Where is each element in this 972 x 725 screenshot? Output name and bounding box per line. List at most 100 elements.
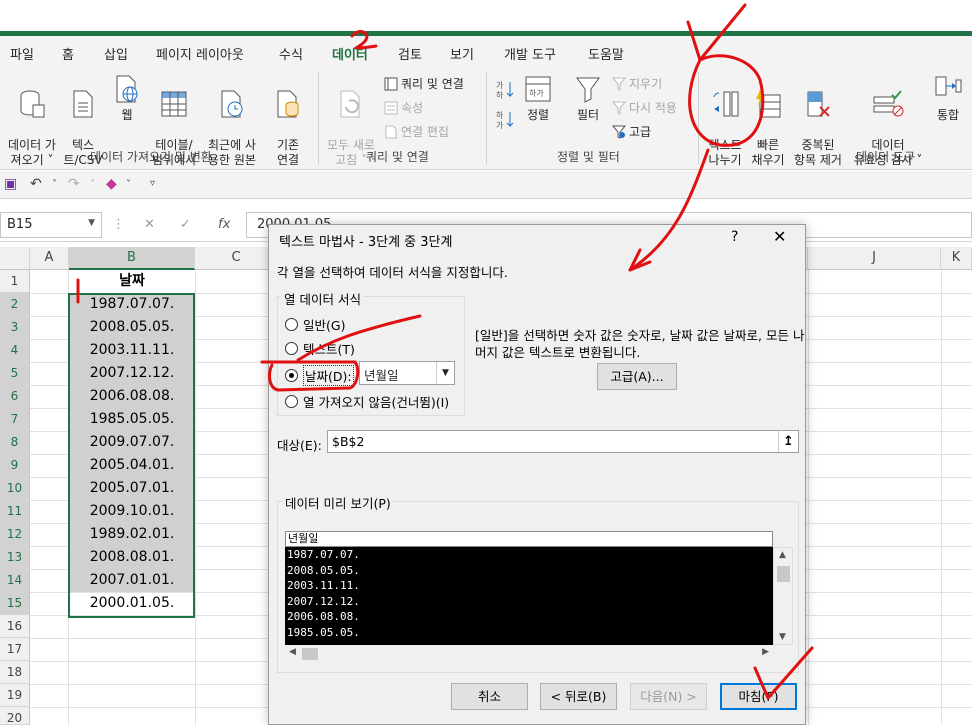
flash-fill-button[interactable]: 빠른 채우기 bbox=[750, 74, 786, 168]
reapply-button[interactable]: 다시 적용 bbox=[612, 99, 677, 116]
row-header[interactable]: 19 bbox=[0, 684, 30, 707]
tab-formulas[interactable]: 수식 bbox=[279, 44, 303, 63]
radio-skip-column[interactable]: 열 가져오지 않음(건너뜀)(I) bbox=[285, 392, 449, 411]
column-header[interactable]: J bbox=[808, 247, 941, 270]
row-header[interactable]: 5 bbox=[0, 362, 30, 385]
row-header[interactable]: 10 bbox=[0, 477, 30, 500]
scroll-thumb[interactable] bbox=[302, 648, 318, 660]
enter-icon[interactable]: ✓ bbox=[180, 217, 191, 232]
cell[interactable]: 1985.05.05. bbox=[69, 408, 195, 431]
help-button[interactable]: ? bbox=[731, 229, 738, 245]
save-icon[interactable]: ▣ bbox=[4, 176, 17, 192]
existing-connections-button[interactable]: 기존 연결 bbox=[268, 74, 308, 168]
tab-page-layout[interactable]: 페이지 레이아웃 bbox=[156, 44, 244, 63]
tab-review[interactable]: 검토 bbox=[398, 44, 422, 63]
back-button[interactable]: < 뒤로(B) bbox=[540, 683, 617, 710]
tab-help[interactable]: 도움말 bbox=[588, 44, 624, 63]
select-all-corner[interactable] bbox=[0, 247, 30, 270]
advanced-button[interactable]: 고급(A)... bbox=[597, 363, 677, 390]
range-picker-icon[interactable]: ↥ bbox=[778, 431, 798, 452]
undo-icon[interactable]: ↶ bbox=[30, 176, 42, 192]
cell[interactable]: 2006.08.08. bbox=[69, 385, 195, 408]
remove-duplicates-button[interactable]: 중복된 항목 제거 bbox=[790, 74, 846, 168]
row-header[interactable]: 11 bbox=[0, 500, 30, 523]
filter-button[interactable]: 필터 bbox=[570, 74, 606, 123]
properties-button[interactable]: 속성 bbox=[384, 99, 423, 116]
cell[interactable]: 1989.02.01. bbox=[69, 523, 195, 546]
eraser-dropdown-icon[interactable]: ˅ bbox=[126, 179, 131, 190]
row-header[interactable]: 9 bbox=[0, 454, 30, 477]
row-header[interactable]: 13 bbox=[0, 546, 30, 569]
row-header[interactable]: 7 bbox=[0, 408, 30, 431]
chevron-right-icon[interactable]: ▶ bbox=[762, 647, 769, 657]
cell[interactable]: 2007.12.12. bbox=[69, 362, 195, 385]
cell[interactable]: 2009.07.07. bbox=[69, 431, 195, 454]
radio-general[interactable]: 일반(G) bbox=[285, 315, 345, 334]
tab-view[interactable]: 보기 bbox=[450, 44, 474, 63]
preview-horizontal-scrollbar[interactable]: ◀ ▶ bbox=[285, 645, 773, 663]
queries-connections-button[interactable]: 쿼리 및 연결 bbox=[384, 75, 464, 92]
eraser-icon[interactable]: ◆ bbox=[106, 176, 117, 192]
cell[interactable]: 2008.08.01. bbox=[69, 546, 195, 569]
tab-home[interactable]: 홈 bbox=[62, 44, 74, 63]
row-header[interactable]: 16 bbox=[0, 615, 30, 638]
row-header[interactable]: 8 bbox=[0, 431, 30, 454]
cell[interactable]: 2005.07.01. bbox=[69, 477, 195, 500]
row-header[interactable]: 3 bbox=[0, 316, 30, 339]
column-header[interactable]: C bbox=[195, 247, 278, 270]
undo-dropdown-icon[interactable]: ˅ bbox=[52, 179, 57, 190]
scroll-thumb[interactable] bbox=[777, 566, 790, 582]
destination-input[interactable]: $B$2 ↥ bbox=[327, 430, 799, 453]
sort-az-button[interactable]: 가하 bbox=[496, 80, 514, 100]
recent-sources-button[interactable]: 최근에 사 용한 원본 bbox=[204, 74, 260, 168]
tab-data[interactable]: 데이터 bbox=[330, 44, 370, 69]
preview-column-header[interactable]: 년월일 bbox=[285, 531, 773, 547]
clear-filter-button[interactable]: 지우기 bbox=[612, 75, 662, 92]
finish-button[interactable]: 마침(F) bbox=[720, 683, 797, 710]
sort-za-button[interactable]: 하가 bbox=[496, 110, 514, 130]
cell[interactable]: 2005.04.01. bbox=[69, 454, 195, 477]
radio-date[interactable]: 날짜(D): bbox=[285, 365, 354, 386]
chevron-down-icon[interactable]: ▼ bbox=[779, 632, 786, 642]
column-header[interactable]: A bbox=[30, 247, 69, 270]
cell[interactable]: 2009.10.01. bbox=[69, 500, 195, 523]
get-data-button[interactable]: 데이터 가 져오기 ˅ bbox=[4, 74, 60, 168]
tab-insert[interactable]: 삽입 bbox=[104, 44, 128, 63]
radio-text[interactable]: 텍스트(T) bbox=[285, 339, 355, 358]
consolidate-button[interactable]: 통합 bbox=[930, 74, 966, 123]
redo-dropdown-icon[interactable]: ˅ bbox=[90, 179, 95, 190]
name-box[interactable]: B15 ▼ bbox=[0, 212, 102, 238]
advanced-filter-button[interactable]: 고급 bbox=[612, 123, 651, 140]
column-header[interactable]: K bbox=[941, 247, 972, 270]
text-to-columns-button[interactable]: 텍스트 나누기 bbox=[702, 74, 748, 168]
preview-vertical-scrollbar[interactable]: ▲ ▼ bbox=[773, 547, 793, 645]
sort-button[interactable]: 하가 정렬 bbox=[520, 74, 556, 123]
row-header[interactable]: 15 bbox=[0, 592, 30, 615]
cell[interactable]: 2003.11.11. bbox=[69, 339, 195, 362]
chevron-left-icon[interactable]: ◀ bbox=[289, 647, 296, 657]
redo-icon[interactable]: ↷ bbox=[68, 176, 80, 192]
cancel-icon[interactable]: ✕ bbox=[144, 217, 155, 232]
cancel-button[interactable]: 취소 bbox=[451, 683, 528, 710]
row-header[interactable]: 14 bbox=[0, 569, 30, 592]
chevron-down-icon[interactable]: ▼ bbox=[88, 218, 95, 228]
preview-column[interactable]: 1987.07.07. 2008.05.05. 2003.11.11. 2007… bbox=[285, 547, 773, 645]
tab-file[interactable]: 파일 bbox=[10, 44, 34, 63]
cell-b1-header[interactable]: 날짜 bbox=[69, 270, 195, 293]
cell[interactable]: 1987.07.07. bbox=[69, 293, 195, 316]
cell[interactable]: 2007.01.01. bbox=[69, 569, 195, 592]
row-header[interactable]: 1 bbox=[0, 270, 30, 293]
row-header[interactable]: 6 bbox=[0, 385, 30, 408]
next-button[interactable]: 다음(N) > bbox=[630, 683, 707, 710]
row-header[interactable]: 20 bbox=[0, 707, 30, 725]
fx-icon[interactable]: fx bbox=[218, 217, 230, 232]
row-header[interactable]: 18 bbox=[0, 661, 30, 684]
customize-qat-icon[interactable]: ▿ bbox=[150, 178, 155, 189]
row-header[interactable]: 17 bbox=[0, 638, 30, 661]
row-header[interactable]: 4 bbox=[0, 339, 30, 362]
edit-links-button[interactable]: 연결 편집 bbox=[384, 123, 449, 140]
chevron-up-icon[interactable]: ▲ bbox=[779, 550, 786, 560]
tab-developer[interactable]: 개발 도구 bbox=[504, 44, 556, 63]
chevron-down-icon[interactable]: ▼ bbox=[436, 362, 454, 384]
row-header[interactable]: 2 bbox=[0, 293, 30, 316]
